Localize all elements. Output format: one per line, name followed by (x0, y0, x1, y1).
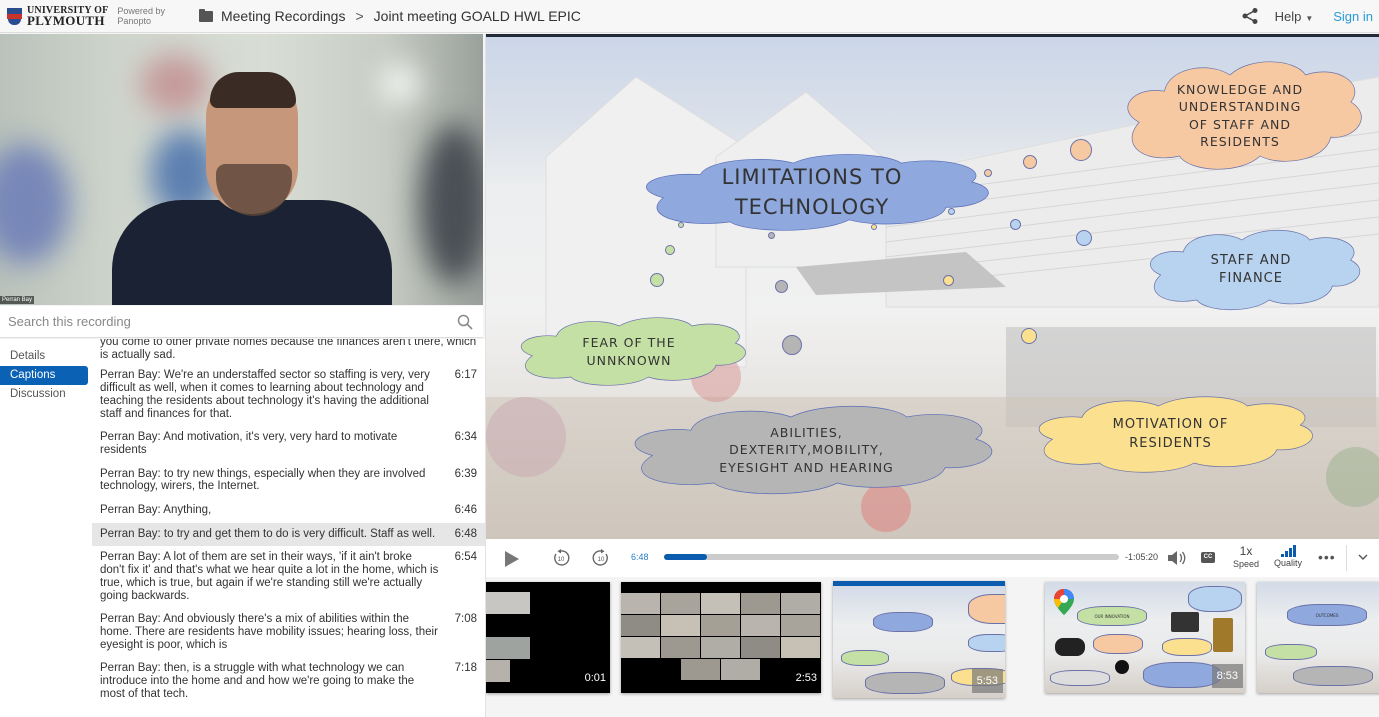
thumbnail-duration: 0:01 (584, 672, 606, 684)
nav-captions[interactable]: Captions (0, 366, 88, 385)
play-icon[interactable] (505, 551, 519, 567)
caption-timestamp: 6:48 (454, 527, 477, 540)
participant-tile (661, 637, 700, 658)
player-controls: 10 10 6:48 -1:05:20 CC 1x Speed Quality … (486, 539, 1379, 577)
rewind-10-icon[interactable]: 10 (552, 549, 570, 567)
participant-tile (781, 593, 820, 614)
participant-tile (621, 593, 660, 614)
thumbnail[interactable]: 0:01 (486, 582, 610, 693)
caption-timestamp: 6:46 (454, 504, 477, 517)
forward-10-icon[interactable]: 10 (592, 549, 610, 567)
thumbnail-duration: 5:53 (971, 669, 1003, 693)
search-input[interactable] (8, 314, 438, 329)
participant-tile (721, 659, 760, 680)
caption-timestamp: 7:18 (454, 662, 477, 675)
participant-tile (681, 659, 720, 680)
crest-icon (7, 7, 22, 25)
caption-item[interactable]: Perran Bay: And motivation, it's very, v… (92, 426, 485, 462)
search-icon[interactable] (457, 314, 473, 330)
participant-tile (741, 593, 780, 614)
participant-tile (661, 615, 700, 636)
slide-video[interactable]: LIMITATIONS TO TECHNOLOGY KNOWLEDGE AND UN… (486, 34, 1379, 539)
caption-timestamp: 6:34 (454, 431, 477, 444)
progress-bar[interactable] (664, 554, 1119, 560)
speaker-video[interactable]: Perran Bay (0, 34, 483, 305)
signal-bars-icon (1271, 544, 1305, 557)
map-pin-icon (1054, 589, 1074, 615)
thumbnail[interactable]: 2:53 (621, 582, 821, 693)
participant-tile (741, 615, 780, 636)
closed-captions-button[interactable]: CC (1201, 552, 1215, 563)
speed-button[interactable]: 1x Speed (1231, 545, 1261, 570)
caption-item-active[interactable]: Perran Bay: to try and get them to do is… (92, 522, 485, 547)
remaining-time: -1:05:20 (1125, 552, 1159, 562)
search-bar (0, 306, 483, 338)
university-logo[interactable]: UNIVERSITY OF PLYMOUTH Powered by Panopt… (7, 6, 165, 28)
cloud-staff-finance: STAFF AND FINANCE (1138, 220, 1364, 320)
caption-item[interactable]: Perran Bay: to try new things, especiall… (92, 463, 485, 499)
progress-fill (664, 554, 708, 560)
cloud-knowledge: KNOWLEDGE AND UNDERSTANDING OF STAFF AND RE… (1114, 48, 1366, 183)
folder-icon (198, 8, 213, 22)
cloud-motivation: MOTIVATION OF RESIDENTS (1023, 387, 1318, 482)
participant-tile (701, 615, 740, 636)
caption-item[interactable]: Perran Bay: And obviously there's a mix … (92, 608, 485, 657)
volume-icon[interactable] (1167, 550, 1187, 566)
sign-in-link[interactable]: Sign in (1333, 9, 1373, 24)
participant-tile (781, 615, 820, 636)
breadcrumb-current: Joint meeting GOALD HWL EPIC (373, 8, 581, 24)
thumbnail[interactable]: OUR INNOVATION 8:53 (1045, 582, 1245, 693)
participant-tile (621, 615, 660, 636)
breadcrumb-folder-link[interactable]: Meeting Recordings (221, 8, 346, 24)
chevron-down-icon[interactable] (1358, 552, 1368, 562)
caption-partial[interactable]: you come to other private homes because … (92, 339, 485, 361)
thumbnail-duration: 8:53 (1211, 664, 1243, 688)
caption-timestamp: 7:08 (454, 613, 477, 626)
university-name-line2: PLYMOUTH (27, 13, 105, 28)
participant-tile (701, 637, 740, 658)
caption-item[interactable]: Perran Bay: We're an understaffed sector… (92, 364, 485, 426)
current-time: 6:48 (631, 552, 649, 562)
cloud-abilities: ABILITIES, DEXTERITY,MOBILITY, EYESIGHT AN… (614, 395, 999, 505)
participant-tile (741, 637, 780, 658)
caption-item[interactable]: Perran Bay: then, is a struggle with wha… (92, 657, 485, 706)
caption-item[interactable]: Perran Bay: Anything, 6:46 (92, 499, 485, 523)
quality-button[interactable]: Quality (1271, 544, 1305, 569)
cloud-fear: FEAR OF THE UNNKNOWN (508, 309, 750, 394)
captions-list[interactable]: you come to other private homes because … (92, 339, 485, 717)
caption-timestamp: 6:39 (454, 467, 477, 480)
thumbnail-duration: 2:53 (795, 672, 817, 684)
participant-tile (661, 593, 700, 614)
share-icon[interactable] (1241, 7, 1259, 25)
help-menu[interactable]: Help ▼ (1275, 9, 1314, 24)
caret-down-icon: ▼ (1305, 13, 1314, 23)
svg-text:10: 10 (558, 557, 565, 563)
more-options-button[interactable]: ••• (1318, 549, 1336, 565)
top-header: UNIVERSITY OF PLYMOUTH Powered by Panopt… (0, 0, 1379, 33)
participant-tile (701, 593, 740, 614)
thumbnail[interactable]: OUTCOMES (1257, 582, 1379, 693)
thumbnail-active[interactable]: 5:53 (833, 581, 1005, 698)
thumbnail-strip: 0:01 2:53 5:53 OUR INNOVATION 8:53 OUTCO… (486, 577, 1379, 717)
caption-item[interactable]: Perran Bay: A lot of them are set in the… (92, 546, 485, 608)
participant-tile (781, 637, 820, 658)
participant-tile (621, 637, 660, 658)
caption-timestamp: 6:17 (454, 369, 477, 382)
breadcrumb: Meeting Recordings > Joint meeting GOALD… (198, 8, 581, 24)
caption-timestamp: 6:54 (454, 551, 477, 564)
cloud-limitations: LIMITATIONS TO TECHNOLOGY (626, 140, 998, 245)
side-nav: Details Captions Discussion (0, 339, 92, 717)
speaker-name-tag: Perran Bay (0, 296, 35, 304)
breadcrumb-separator: > (355, 8, 364, 24)
svg-text:10: 10 (598, 557, 605, 563)
nav-discussion[interactable]: Discussion (0, 385, 88, 404)
powered-by: Powered by Panopto (117, 6, 165, 26)
nav-details[interactable]: Details (0, 347, 88, 366)
